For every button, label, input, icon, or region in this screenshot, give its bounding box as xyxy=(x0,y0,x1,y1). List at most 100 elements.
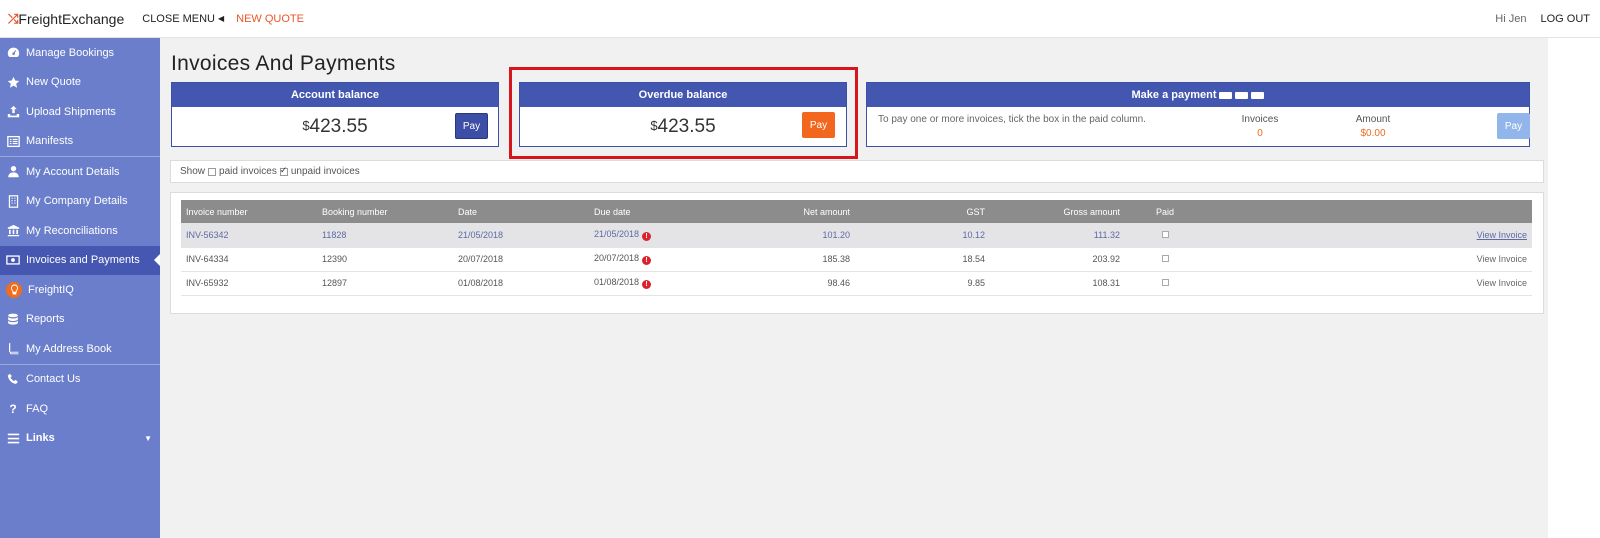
make-payment-card: Make a payment To pay one or more invoic… xyxy=(866,82,1530,147)
database-icon xyxy=(6,312,20,326)
amex-icon xyxy=(1251,91,1265,99)
lightbulb-icon xyxy=(6,281,22,298)
due-date: 20/07/2018 xyxy=(594,253,640,263)
column-header[interactable]: Gross amount xyxy=(990,200,1125,223)
due-date: 01/08/2018 xyxy=(594,277,640,287)
column-header[interactable]: Due date xyxy=(589,200,725,223)
logo-mark-icon: ⤮ xyxy=(8,10,19,26)
caret-down-icon: ▼ xyxy=(144,433,152,443)
column-header[interactable]: Net amount xyxy=(725,200,855,223)
sidebar-item-label: Upload Shipments xyxy=(26,105,116,118)
unpaid-invoices-checkbox[interactable] xyxy=(279,165,288,176)
sidebar-item-my-address-book[interactable]: My Address Book xyxy=(0,334,160,364)
gst-amount: 10.12 xyxy=(962,229,985,240)
column-header[interactable]: GST xyxy=(855,200,990,223)
make-payment-pay-button[interactable]: Pay xyxy=(1497,113,1530,139)
menu-icon xyxy=(6,431,20,445)
account-balance-pay-button[interactable]: Pay xyxy=(455,113,488,139)
gross-amount: 203.92 xyxy=(1092,254,1120,264)
paid-checkbox[interactable] xyxy=(1161,279,1169,286)
payment-amount-label: Amount xyxy=(1355,114,1391,125)
bank-icon xyxy=(6,224,20,238)
booking-number: 12390 xyxy=(322,254,348,264)
logo[interactable]: ⤮ FreightExchange xyxy=(8,11,124,27)
invoice-number: INV-65932 xyxy=(186,278,229,288)
invoice-number: INV-56342 xyxy=(186,229,229,240)
sidebar-item-label: FreightIQ xyxy=(28,283,74,296)
sidebar-item-label: Manifests xyxy=(26,135,74,148)
column-header[interactable]: Booking number xyxy=(317,200,453,223)
new-quote-link[interactable]: NEW QUOTE xyxy=(236,13,304,25)
make-payment-instructions: To pay one or more invoices, tick the bo… xyxy=(878,114,1146,125)
caret-left-icon: ◀ xyxy=(218,14,225,23)
visa-icon xyxy=(1219,91,1233,99)
make-payment-header: Make a payment xyxy=(867,83,1529,107)
paid-invoices-label: paid invoices xyxy=(219,166,277,177)
upload-icon xyxy=(6,105,20,119)
view-invoice-link[interactable]: View Invoice xyxy=(1477,278,1527,288)
invoices-count-value: 0 xyxy=(1257,128,1263,139)
view-invoice-link[interactable]: View Invoice xyxy=(1477,254,1527,264)
sidebar-item-freightiq[interactable]: FreightIQ xyxy=(0,275,160,305)
sidebar-item-label: Reports xyxy=(26,313,65,326)
sidebar-item-label: Links xyxy=(26,432,55,445)
sidebar-item-label: Contact Us xyxy=(26,373,81,386)
close-menu-button[interactable]: CLOSE MENU xyxy=(142,13,215,25)
paid-invoices-checkbox[interactable] xyxy=(208,167,217,176)
sidebar-item-upload-shipments[interactable]: Upload Shipments xyxy=(0,97,160,127)
sidebar-item-label: My Address Book xyxy=(26,342,112,355)
column-header[interactable]: Paid xyxy=(1125,200,1205,223)
booking-number: 12897 xyxy=(322,278,348,288)
sidebar-item-contact-us[interactable]: Contact Us xyxy=(0,365,160,395)
paid-checkbox[interactable] xyxy=(1161,255,1169,262)
gst-amount: 18.54 xyxy=(962,254,985,264)
invoice-date: 01/08/2018 xyxy=(458,278,504,288)
column-header[interactable]: Invoice number xyxy=(181,200,317,223)
sidebar-item-manage-bookings[interactable]: Manage Bookings xyxy=(0,38,160,68)
due-date-cell: 20/07/2018! xyxy=(589,247,725,271)
sidebar-item-reports[interactable]: Reports xyxy=(0,305,160,335)
sidebar-item-my-reconciliations[interactable]: My Reconciliations xyxy=(0,216,160,246)
view-invoice-cell: View Invoice xyxy=(1205,223,1532,247)
sidebar-item-invoices-and-payments[interactable]: Invoices and Payments xyxy=(0,245,160,275)
gst-amount: 9.85 xyxy=(967,278,985,288)
sidebar-item-manifests[interactable]: Manifests xyxy=(0,127,160,157)
column-header xyxy=(1205,200,1532,223)
main-content: Invoices And Payments Account balance $4… xyxy=(160,38,1548,538)
net-amount: 98.46 xyxy=(827,278,850,288)
account-balance-card: Account balance $423.55 Pay xyxy=(171,82,499,147)
unpaid-invoices-label: unpaid invoices xyxy=(290,166,360,177)
paid-checkbox[interactable] xyxy=(1161,230,1169,238)
sidebar-item-faq[interactable]: ? FAQ xyxy=(0,394,160,424)
sidebar-item-label: Manage Bookings xyxy=(26,46,115,59)
phone-icon xyxy=(6,372,20,386)
invoice-date: 20/07/2018 xyxy=(458,254,504,264)
invoices-count-label: Invoices xyxy=(1241,114,1279,125)
sidebar: Manage Bookings New Quote Upload Shipmen… xyxy=(0,38,160,538)
sidebar-item-my-account-details[interactable]: My Account Details xyxy=(0,157,160,187)
table-row: INV-64334 12390 20/07/2018 20/07/2018! 1… xyxy=(181,247,1532,271)
building-icon xyxy=(6,194,20,208)
sidebar-item-label: Invoices and Payments xyxy=(26,254,140,267)
dashboard-icon xyxy=(6,46,20,60)
paid-cell xyxy=(1125,247,1205,271)
view-invoice-link[interactable]: View Invoice xyxy=(1477,230,1527,240)
due-date-cell: 21/05/2018! xyxy=(589,223,725,247)
net-amount: 101.20 xyxy=(822,229,850,240)
sidebar-item-label: FAQ xyxy=(26,402,49,415)
sidebar-item-new-quote[interactable]: New Quote xyxy=(0,68,160,98)
overdue-alert-icon: ! xyxy=(642,231,652,241)
sidebar-item-label: My Reconciliations xyxy=(26,224,118,237)
view-invoice-cell: View Invoice xyxy=(1205,271,1532,295)
column-header[interactable]: Date xyxy=(453,200,589,223)
star-icon xyxy=(6,75,20,89)
sidebar-item-my-company-details[interactable]: My Company Details xyxy=(0,187,160,217)
make-payment-title: Make a payment xyxy=(1131,89,1217,101)
overdue-alert-icon: ! xyxy=(642,280,652,289)
money-icon xyxy=(6,253,20,267)
payment-amount-value: $0.00 xyxy=(1360,128,1386,139)
due-date: 21/05/2018 xyxy=(594,228,640,239)
logout-button[interactable]: LOG OUT xyxy=(1540,13,1590,25)
invoice-filter-bar: Show paid invoices unpaid invoices xyxy=(170,160,1544,183)
sidebar-item-links[interactable]: Links ▼ xyxy=(0,424,160,454)
